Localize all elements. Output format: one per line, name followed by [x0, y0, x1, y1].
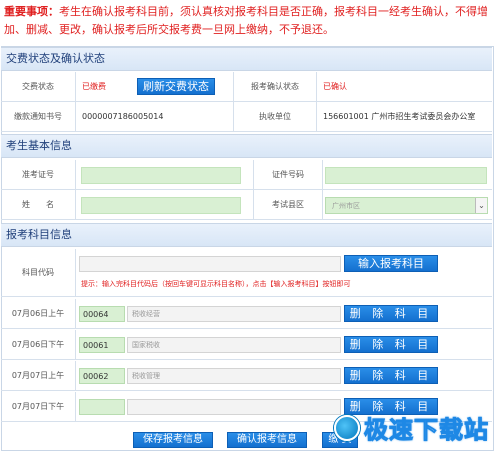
notice-label: 重要事项： [4, 5, 59, 18]
fee-status-row: 交费状态 已缴费 刷新交费状态 报考确认状态 已确认 [1, 72, 492, 102]
name-field[interactable] [81, 197, 241, 214]
subject-hint: 提示：输入完科目代码后（按回车键可显示科目名称），点击【输入报考科目】按钮即可 [81, 280, 351, 288]
section-header-subject: 报考科目信息 [1, 223, 492, 247]
delete-subject-button[interactable]: 删 除 科 目 [344, 367, 438, 384]
exam-time-label: 07月07日下午 [1, 392, 76, 421]
confirm-status-value: 已确认 [323, 82, 347, 91]
refresh-fee-status-button[interactable]: 刷新交费状态 [137, 78, 215, 95]
ticket-number-field[interactable] [81, 167, 241, 184]
subject-name-field: 税收经营 [127, 306, 341, 322]
subject-name-field: 国家税收 [127, 337, 341, 353]
subject-code-row: 科目代码 输入报考科目 提示：输入完科目代码后（按回车键可显示科目名称），点击【… [1, 249, 492, 297]
ticket-row: 准考证号 证件号码 [1, 160, 492, 190]
watermark-text: 极速下载站 [364, 416, 489, 445]
confirm-info-button[interactable]: 确认报考信息 [227, 432, 307, 448]
district-select[interactable]: 广州市区 ⌄ [325, 197, 488, 214]
subject-name-field [127, 399, 341, 415]
subject-code-field[interactable]: 00064 [79, 306, 125, 322]
district-value: 广州市区 [332, 201, 360, 210]
chevron-down-icon[interactable]: ⌄ [475, 198, 487, 213]
lightning-logo-icon [334, 414, 360, 441]
district-label: 考试县区 [253, 190, 323, 219]
name-label: 姓 名 [1, 190, 76, 219]
notice-text: 考生在确认报考科目前，须认真核对报考科目是否正确，报考科目一经考生确认，不得增加… [4, 5, 488, 36]
section-header-fee: 交费状态及确认状态 [1, 47, 492, 71]
exam-time-label: 07月06日下午 [1, 330, 76, 359]
ticket-number-label: 准考证号 [1, 160, 76, 189]
subject-row: 07月07日上午 00062 税收管理 删 除 科 目 [1, 361, 492, 391]
subject-row: 07月06日上午 00064 税收经营 删 除 科 目 [1, 299, 492, 329]
delete-subject-button[interactable]: 删 除 科 目 [344, 305, 438, 322]
watermark: 极速下载站 [334, 410, 489, 445]
id-number-field[interactable] [325, 167, 487, 184]
id-number-label: 证件号码 [253, 160, 323, 189]
section-header-candidate: 考生基本信息 [1, 134, 492, 158]
subject-code-label: 科目代码 [1, 249, 76, 296]
subject-code-field[interactable]: 00061 [79, 337, 125, 353]
name-row: 姓 名 考试县区 广州市区 ⌄ [1, 190, 492, 220]
exam-time-label: 07月07日上午 [1, 361, 76, 390]
subject-row: 07月06日下午 00061 国家税收 删 除 科 目 [1, 330, 492, 360]
subject-code-field[interactable] [79, 399, 125, 415]
important-notice: 重要事项：考生在确认报考科目前，须认真核对报考科目是否正确，报考科目一经考生确认… [4, 3, 491, 39]
exec-unit-label: 执收单位 [233, 102, 317, 131]
notice-number-row: 缴款通知书号 0000007186005014 执收单位 156601001 广… [1, 102, 492, 132]
confirm-status-label: 报考确认状态 [233, 72, 317, 101]
notice-number-value: 0000007186005014 [82, 112, 164, 121]
exam-time-label: 07月06日上午 [1, 299, 76, 328]
input-subject-button[interactable]: 输入报考科目 [344, 255, 438, 272]
subject-code-input[interactable] [79, 256, 341, 272]
notice-number-label: 缴款通知书号 [1, 102, 76, 131]
subject-name-field: 税收管理 [127, 368, 341, 384]
exec-unit-value: 156601001 广州市招生考试委员会办公室 [323, 112, 476, 121]
delete-subject-button[interactable]: 删 除 科 目 [344, 336, 438, 353]
subject-code-field[interactable]: 00062 [79, 368, 125, 384]
save-info-button[interactable]: 保存报考信息 [133, 432, 213, 448]
fee-status-label: 交费状态 [1, 72, 76, 101]
